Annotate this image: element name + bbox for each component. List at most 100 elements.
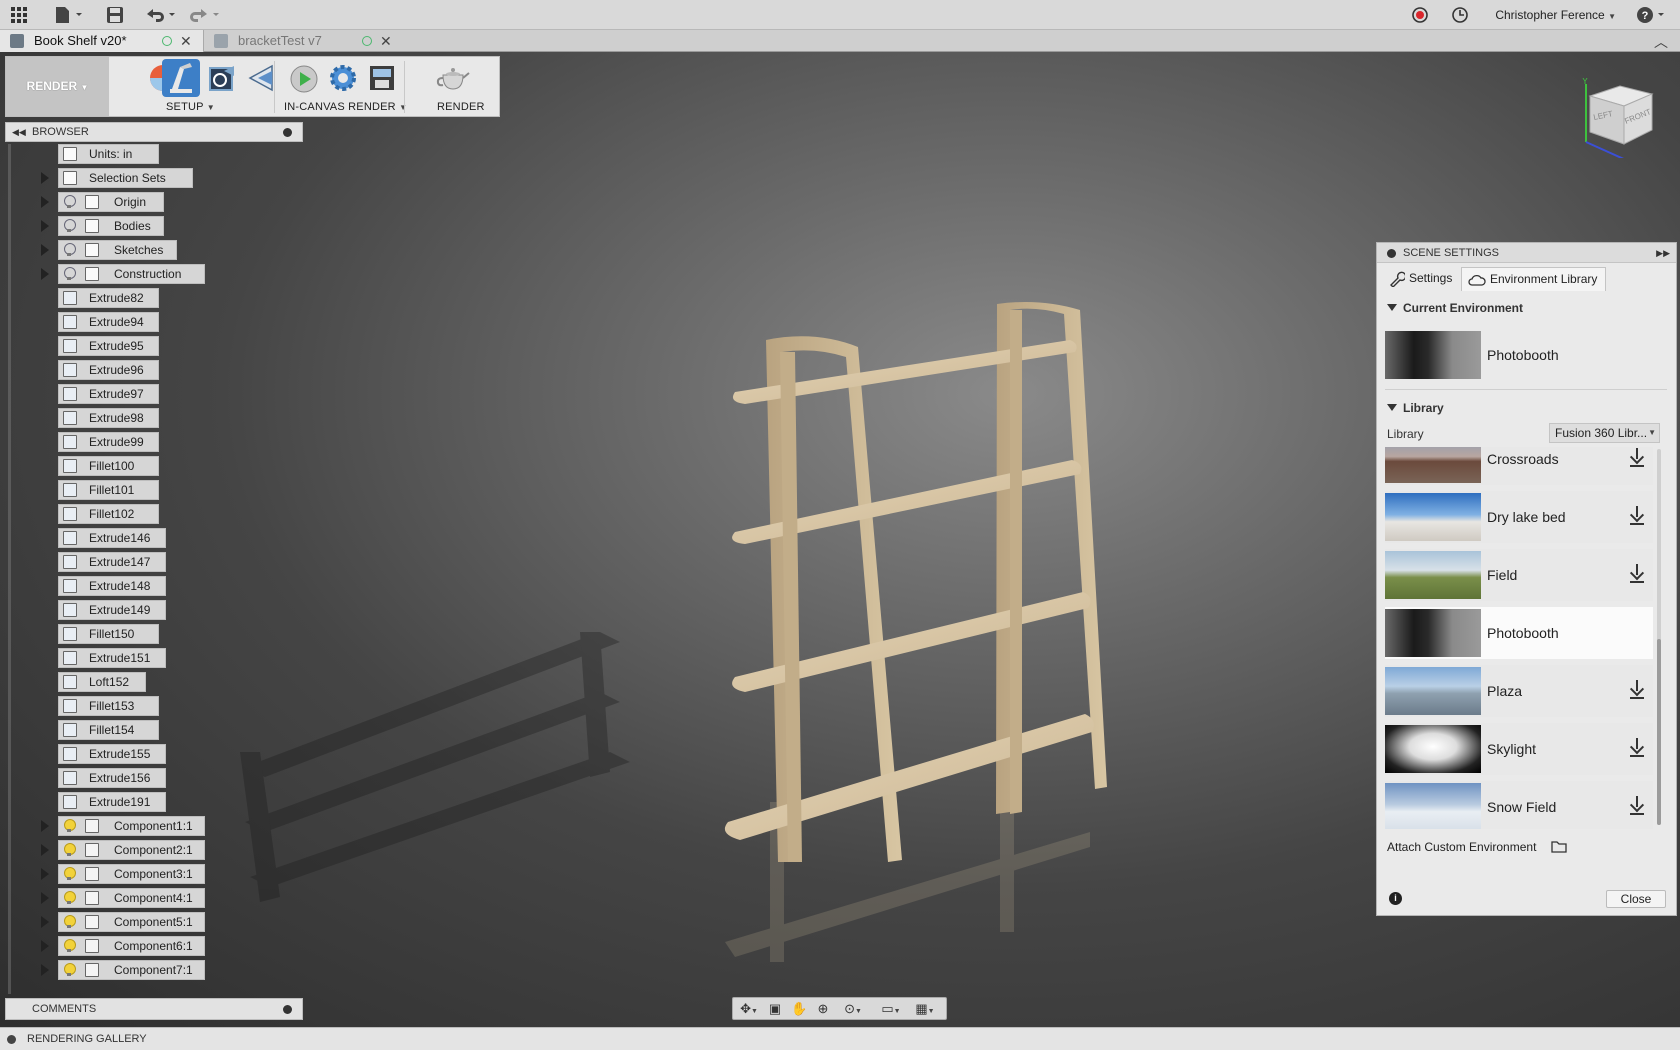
in-canvas-render-icon[interactable] xyxy=(289,63,319,93)
folder-icon[interactable] xyxy=(1551,840,1567,853)
job-status-clock-icon[interactable] xyxy=(1451,6,1469,24)
expand-arrow-icon[interactable] xyxy=(41,940,49,952)
render-settings-gear-icon[interactable] xyxy=(328,63,358,93)
expand-arrow-icon[interactable] xyxy=(41,916,49,928)
browser-node-extrude[interactable]: Extrude82 xyxy=(58,288,159,308)
browser-node-extrude[interactable]: Extrude146 xyxy=(58,528,166,548)
expand-arrow-icon[interactable] xyxy=(41,868,49,880)
tab-environment-library[interactable]: Environment Library xyxy=(1461,267,1606,291)
info-icon[interactable]: i xyxy=(1389,892,1402,905)
browser-node-component[interactable]: Component4:1 xyxy=(58,888,205,908)
file-menu-icon[interactable] xyxy=(54,6,84,24)
rendering-gallery-bar[interactable]: RENDERING GALLERY xyxy=(0,1027,1680,1050)
visibility-bulb-icon[interactable] xyxy=(64,891,76,905)
save-icon[interactable] xyxy=(106,6,124,24)
download-icon[interactable] xyxy=(1629,796,1645,816)
browser-node-extrude[interactable]: Extrude147 xyxy=(58,552,166,572)
redo-icon[interactable] xyxy=(189,6,221,24)
browser-node-extrude[interactable]: Extrude97 xyxy=(58,384,159,404)
browser-node-extrude[interactable]: Extrude156 xyxy=(58,768,166,788)
user-account-menu[interactable]: Christopher Ference ▼ xyxy=(1495,8,1616,22)
visibility-bulb-icon[interactable] xyxy=(64,243,76,257)
scene-settings-icon[interactable] xyxy=(162,59,200,97)
tab-settings[interactable]: Settings xyxy=(1381,267,1461,291)
environment-list-scrollbar[interactable] xyxy=(1657,449,1661,825)
current-environment-section[interactable]: Current Environment xyxy=(1387,301,1523,315)
close-tab-icon[interactable]: ✕ xyxy=(180,30,192,52)
environment-item[interactable]: Plaza xyxy=(1385,665,1653,717)
visibility-bulb-icon[interactable] xyxy=(64,915,76,929)
visibility-bulb-icon[interactable] xyxy=(64,867,76,881)
app-grid-icon[interactable] xyxy=(10,6,28,24)
browser-node-fillet[interactable]: Fillet154 xyxy=(58,720,159,740)
add-comment-icon[interactable] xyxy=(283,1005,292,1014)
browser-header[interactable]: ◀◀ BROWSER xyxy=(5,122,303,142)
viewcube[interactable]: Y LEFT FRONT xyxy=(1580,76,1660,161)
close-button[interactable]: Close xyxy=(1606,890,1666,908)
zoom-window-icon[interactable]: ⊙▼ xyxy=(839,1001,867,1017)
close-tab-icon[interactable]: ✕ xyxy=(380,30,392,52)
browser-node-folder[interactable]: Sketches xyxy=(58,240,177,260)
visibility-bulb-icon[interactable] xyxy=(64,267,76,281)
expand-arrow-icon[interactable] xyxy=(41,844,49,856)
browser-node-extrude[interactable]: Extrude151 xyxy=(58,648,166,668)
browser-node-folder[interactable]: Origin xyxy=(58,192,164,212)
browser-node-component[interactable]: Component6:1 xyxy=(58,936,205,956)
browser-node-fillet[interactable]: Fillet100 xyxy=(58,456,159,476)
library-select[interactable]: Fusion 360 Libr... ▼ xyxy=(1549,423,1660,443)
attach-custom-environment[interactable]: Attach Custom Environment xyxy=(1387,840,1567,854)
library-section[interactable]: Library xyxy=(1387,401,1444,415)
browser-node-component[interactable]: Component5:1 xyxy=(58,912,205,932)
expand-arrow-icon[interactable] xyxy=(41,244,49,256)
expand-arrow-icon[interactable] xyxy=(41,268,49,280)
browser-node-loft[interactable]: Loft152 xyxy=(58,672,146,692)
expand-arrow-icon[interactable] xyxy=(41,220,49,232)
decal-icon[interactable] xyxy=(207,63,237,93)
browser-node-fillet[interactable]: Fillet102 xyxy=(58,504,159,524)
in-canvas-render-group-label[interactable]: IN-CANVAS RENDER ▼ xyxy=(284,101,407,113)
expand-arrow-icon[interactable] xyxy=(41,172,49,184)
panel-collapse-icon[interactable] xyxy=(1387,249,1396,258)
browser-node-folder[interactable]: Selection Sets xyxy=(58,168,193,188)
browser-node-component[interactable]: Component2:1 xyxy=(58,840,205,860)
texture-map-icon[interactable] xyxy=(246,63,276,93)
download-icon[interactable] xyxy=(1629,506,1645,526)
environment-item[interactable]: Dry lake bed xyxy=(1385,491,1653,543)
browser-node-extrude[interactable]: Extrude149 xyxy=(58,600,166,620)
browser-node-component[interactable]: Component7:1 xyxy=(58,960,205,980)
comments-panel[interactable]: COMMENTS xyxy=(5,998,303,1020)
panel-collapse-icon[interactable] xyxy=(283,128,292,137)
workspace-switcher[interactable]: RENDER ▼ xyxy=(6,57,109,116)
tab-book-shelf[interactable]: Book Shelf v20* ✕ xyxy=(0,30,204,52)
gallery-collapse-icon[interactable] xyxy=(7,1035,16,1044)
render-group-label[interactable]: RENDER xyxy=(437,101,485,113)
display-settings-icon[interactable]: ▭▼ xyxy=(877,1001,905,1017)
visibility-bulb-icon[interactable] xyxy=(64,819,76,833)
browser-node-fillet[interactable]: Fillet153 xyxy=(58,696,159,716)
browser-node-folder[interactable]: Construction xyxy=(58,264,205,284)
browser-node-component[interactable]: Component1:1 xyxy=(58,816,205,836)
download-icon[interactable] xyxy=(1629,738,1645,758)
tab-bracket-test[interactable]: bracketTest v7 ✕ xyxy=(204,30,398,52)
browser-node-extrude[interactable]: Extrude98 xyxy=(58,408,159,428)
help-icon[interactable]: ? xyxy=(1636,6,1668,24)
environment-item[interactable]: Crossroads xyxy=(1385,447,1653,485)
browser-node-folder[interactable]: Bodies xyxy=(58,216,164,236)
scrollbar-thumb[interactable] xyxy=(1657,639,1661,825)
environment-item[interactable]: Snow Field xyxy=(1385,781,1653,829)
expand-arrow-icon[interactable] xyxy=(41,964,49,976)
download-icon[interactable] xyxy=(1629,680,1645,700)
chevron-up-icon[interactable]: ︿ xyxy=(1654,32,1668,52)
collapse-left-icon[interactable]: ◀◀ xyxy=(12,123,26,142)
browser-node-extrude[interactable]: Extrude155 xyxy=(58,744,166,764)
visibility-bulb-icon[interactable] xyxy=(64,963,76,977)
browser-node-extrude[interactable]: Extrude96 xyxy=(58,360,159,380)
environment-item[interactable]: Skylight xyxy=(1385,723,1653,775)
undo-icon[interactable] xyxy=(145,6,177,24)
look-at-icon[interactable]: ▣ xyxy=(767,1001,783,1017)
expand-right-icon[interactable]: ▶▶ xyxy=(1656,243,1670,263)
expand-arrow-icon[interactable] xyxy=(41,892,49,904)
pan-hand-icon[interactable]: ✋ xyxy=(791,1001,807,1017)
download-icon[interactable] xyxy=(1629,564,1645,584)
download-icon[interactable] xyxy=(1629,448,1645,468)
